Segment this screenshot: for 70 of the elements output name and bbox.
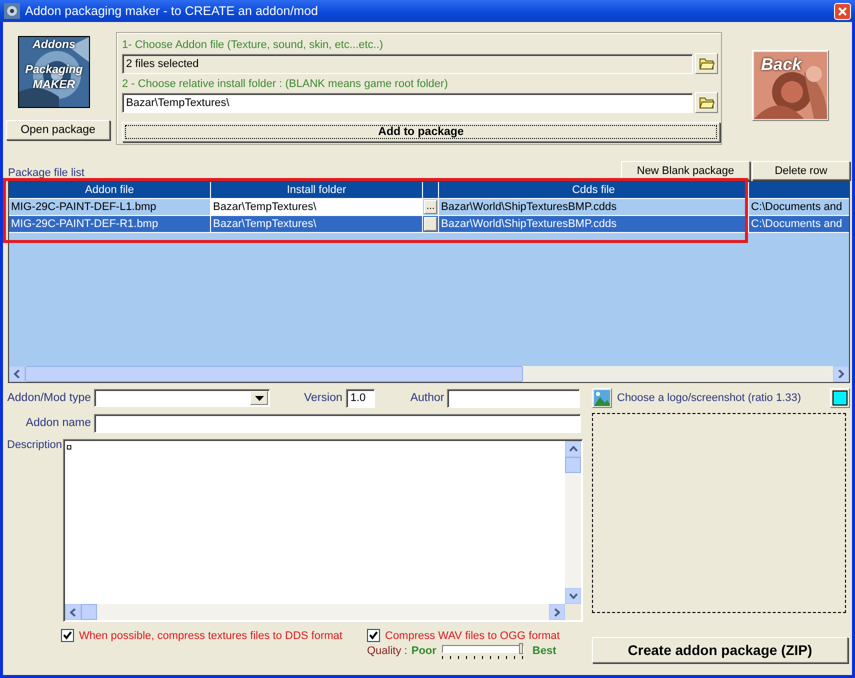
field-label: Version: [304, 392, 342, 404]
close-button[interactable]: [834, 2, 851, 20]
browse-button[interactable]: [695, 92, 718, 113]
table-cell: C:\Documents and: [749, 199, 849, 216]
version-field[interactable]: 1.0: [346, 388, 376, 408]
slider-thumb[interactable]: [519, 643, 524, 654]
column-header[interactable]: Addon file: [9, 182, 211, 199]
input-field[interactable]: 2 files selected: [122, 54, 694, 74]
scrollbar-thumb[interactable]: [25, 366, 523, 382]
column-header[interactable]: [423, 182, 439, 199]
scrollbar-corner: [565, 604, 581, 620]
quality-label: Quality :: [367, 645, 408, 657]
horizontal-scrollbar[interactable]: [9, 366, 849, 382]
delete-row-button[interactable]: Delete row: [752, 161, 850, 180]
table-row[interactable]: MIG-29C-PAINT-DEF-R1.bmp Bazar\TempTextures\ Bazar\World\ShipTexturesBMP.cdds C:\Documents and: [9, 216, 849, 233]
field-label: Description: [7, 439, 63, 453]
browse-button[interactable]: [695, 53, 718, 74]
column-header[interactable]: Install folder: [211, 182, 423, 199]
checkbox-label: When possible, compress textures files to DDS format: [79, 630, 342, 642]
table-cell: MIG-29C-PAINT-DEF-R1.bmp: [9, 216, 211, 233]
table-cell: Bazar\TempTextures\: [211, 216, 423, 233]
square-icon: [832, 390, 848, 406]
section-label: Package file list: [8, 167, 84, 179]
dropdown-arrow-icon: [254, 396, 264, 400]
addon-name-field[interactable]: [94, 414, 581, 432]
author-field[interactable]: [447, 388, 580, 408]
browse-cell-button[interactable]: [424, 217, 437, 231]
horizontal-scrollbar[interactable]: [65, 604, 581, 620]
field-label: Author: [410, 392, 444, 404]
slider-max-label: Best: [532, 645, 556, 657]
create-package-button[interactable]: Create addon package (ZIP): [592, 637, 848, 663]
table-cell: C:\Documents and: [749, 216, 849, 233]
fit-image-button[interactable]: [830, 388, 850, 408]
checkbox-label: Compress WAV files to OGG format: [385, 630, 560, 642]
table-cell: MIG-29C-PAINT-DEF-L1.bmp: [9, 199, 211, 216]
logo-text: Addons: [32, 39, 76, 52]
table-row[interactable]: MIG-29C-PAINT-DEF-L1.bmp Bazar\TempTextures\ ... Bazar\World\ShipTexturesBMP.cdds C:\Documents and: [9, 199, 849, 216]
input-field[interactable]: Bazar\TempTextures\: [122, 92, 694, 112]
folder-icon: [698, 57, 715, 70]
field-label: 1- Choose Addon file (Texture, sound, skin, etc...etc..): [122, 38, 384, 53]
choose-image-button[interactable]: [592, 388, 612, 408]
folder-icon: [698, 96, 715, 109]
landscape-image-icon: [594, 390, 610, 406]
checkbox[interactable]: [367, 629, 380, 642]
checkbox[interactable]: [61, 629, 74, 642]
logo-picker-label: Choose a logo/screenshot (ratio 1.33): [617, 392, 802, 404]
table-cell: Bazar\World\ShipTexturesBMP.cdds: [439, 199, 749, 216]
description-text: ¤: [66, 442, 72, 454]
column-header[interactable]: [749, 182, 849, 199]
table-cell: Bazar\TempTextures\: [211, 199, 423, 216]
field-label: 2 - Choose relative install folder : (BLANK means game root folder): [122, 77, 449, 92]
scrollbar-thumb[interactable]: [81, 604, 97, 620]
vertical-scrollbar[interactable]: [565, 441, 581, 604]
browse-cell-button[interactable]: ...: [424, 200, 437, 214]
table-cell: Bazar\World\ShipTexturesBMP.cdds: [439, 216, 749, 233]
open-package-button[interactable]: Open package: [6, 120, 110, 140]
column-header[interactable]: Cdds file: [439, 182, 749, 199]
logo-text: MAKER: [32, 79, 76, 92]
scrollbar-thumb[interactable]: [565, 457, 581, 473]
add-to-package-button[interactable]: Add to package: [122, 122, 720, 142]
field-label: Addon/Mod type: [6, 392, 91, 404]
type-dropdown[interactable]: [94, 389, 270, 407]
close-icon: [837, 6, 848, 16]
slider-min-label: Poor: [411, 645, 436, 657]
field-label: Addon name: [24, 417, 91, 429]
logo-text: Packaging: [24, 64, 84, 77]
description-field[interactable]: ¤: [63, 439, 583, 622]
app-icon: [4, 3, 20, 19]
window-title: Addon packaging maker - to CREATE an addon/mod: [25, 4, 319, 18]
new-blank-package-button[interactable]: New Blank package: [621, 161, 750, 180]
